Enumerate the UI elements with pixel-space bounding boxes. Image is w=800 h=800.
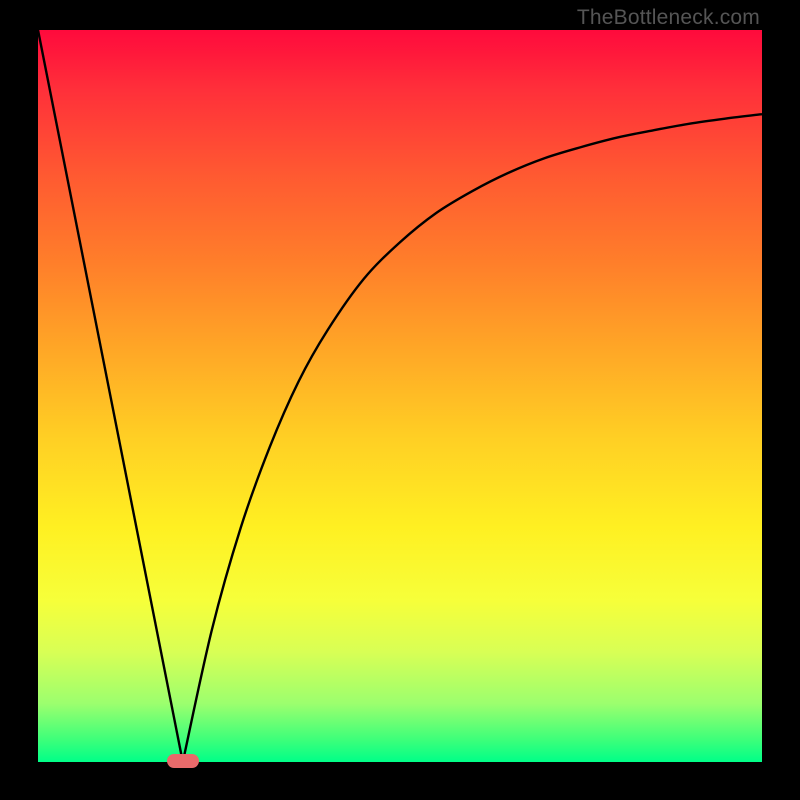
curve-svg	[38, 30, 762, 762]
plot-area	[38, 30, 762, 762]
min-point-marker	[167, 754, 199, 768]
right-curve-path	[183, 114, 762, 762]
left-slope-path	[38, 30, 183, 762]
watermark-text: TheBottleneck.com	[577, 6, 760, 30]
chart-frame: TheBottleneck.com	[0, 0, 800, 800]
